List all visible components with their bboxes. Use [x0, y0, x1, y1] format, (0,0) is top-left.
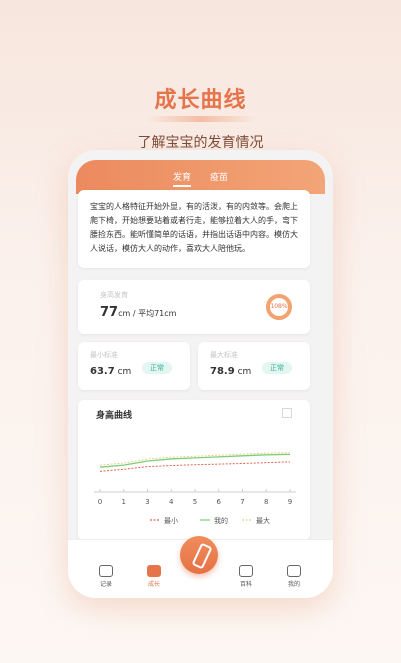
legend-label: 我的	[214, 516, 228, 525]
page-subtitle: 了解宝宝的发育情况	[137, 135, 264, 151]
title-underline	[145, 116, 256, 122]
tab-record-label: 记录	[99, 581, 112, 588]
min-unit: cm	[117, 367, 132, 377]
user-icon	[287, 565, 301, 577]
x-tick-label: 6	[217, 498, 222, 506]
x-tick-label: 7	[240, 498, 244, 506]
growth-icon	[147, 565, 161, 577]
center-action-button[interactable]	[180, 536, 218, 574]
description-text: 宝宝的人格特征开始外显，有的活泼，有的内敛等。会爬上爬下椅，开始想要站着或者行走…	[90, 202, 298, 253]
tab-encyclopedia[interactable]: 百科	[226, 565, 266, 588]
max-status-badge: 正常	[262, 362, 292, 374]
x-tick-label: 5	[193, 498, 197, 506]
tab-development[interactable]: 发育	[173, 170, 192, 187]
x-tick-label: 4	[169, 498, 174, 506]
tab-growth[interactable]: 成长	[134, 565, 174, 588]
series-line-0	[99, 461, 291, 472]
legend-label: 最大	[256, 516, 270, 525]
tab-growth-label: 成长	[147, 581, 160, 588]
height-chart: 0 1 3 4 5 6 7 8 9 最小 我的 最大	[94, 452, 296, 525]
tab-vaccine[interactable]: 疫苗	[210, 170, 228, 185]
tab-encyclopedia-label: 百科	[239, 581, 252, 588]
page-header: 成长曲线 了解宝宝的发育情况	[0, 82, 401, 152]
tab-mine[interactable]: 我的	[274, 565, 314, 588]
description-card: 宝宝的人格特征开始外显，有的活泼，有的内敛等。会爬上爬下椅，开始想要站着或者行走…	[78, 190, 310, 268]
max-number: 78.9	[210, 366, 235, 377]
phone-mockup: 发育 疫苗 宝宝的人格特征开始外显，有的活泼，有的内敛等。会爬上爬下椅，开始想要…	[68, 150, 333, 598]
percent-value: 108%	[270, 303, 288, 310]
height-number: 77	[100, 305, 119, 320]
percent-ring: 108%	[266, 294, 292, 320]
tab-mine-label: 我的	[287, 581, 300, 588]
bottle-icon	[191, 542, 213, 570]
height-label: 身高发育	[100, 291, 128, 299]
x-tick-label: 0	[98, 498, 102, 506]
x-tick-label: 8	[264, 498, 268, 506]
x-tick-label: 3	[145, 498, 149, 506]
x-tick-label: 1	[122, 498, 126, 506]
min-number: 63.7	[90, 366, 115, 377]
page-title: 成长曲线	[154, 88, 247, 113]
min-label: 最小标准	[90, 351, 118, 359]
min-standard-card: 最小标准 63.7 cm 正常	[78, 342, 190, 390]
height-unit: cm	[118, 309, 131, 318]
x-tick-label: 9	[288, 498, 292, 506]
max-standard-card: 最大标准 78.9 cm 正常	[198, 342, 310, 390]
height-chart-card: 身高曲线 0 1 3 4 5 6 7 8 9 最小 我的 最大	[78, 400, 310, 540]
height-card[interactable]: 身高发育 77cm / 平均71cm 108%	[78, 280, 310, 334]
book-icon	[239, 565, 253, 577]
max-label: 最大标准	[210, 351, 238, 359]
bottom-tab-bar: 记录 成长 百科 我的	[68, 536, 333, 598]
max-unit: cm	[237, 367, 252, 377]
height-average: / 平均71cm	[132, 309, 177, 318]
tab-record[interactable]: 记录	[86, 565, 126, 588]
min-value: 63.7 cm	[90, 366, 131, 377]
legend-label: 最小	[164, 516, 178, 525]
clock-icon	[99, 565, 113, 577]
top-tab-bar: 发育 疫苗	[76, 160, 325, 194]
height-value: 77cm / 平均71cm	[100, 305, 176, 320]
min-status-badge: 正常	[142, 362, 172, 374]
max-value: 78.9 cm	[210, 366, 251, 377]
